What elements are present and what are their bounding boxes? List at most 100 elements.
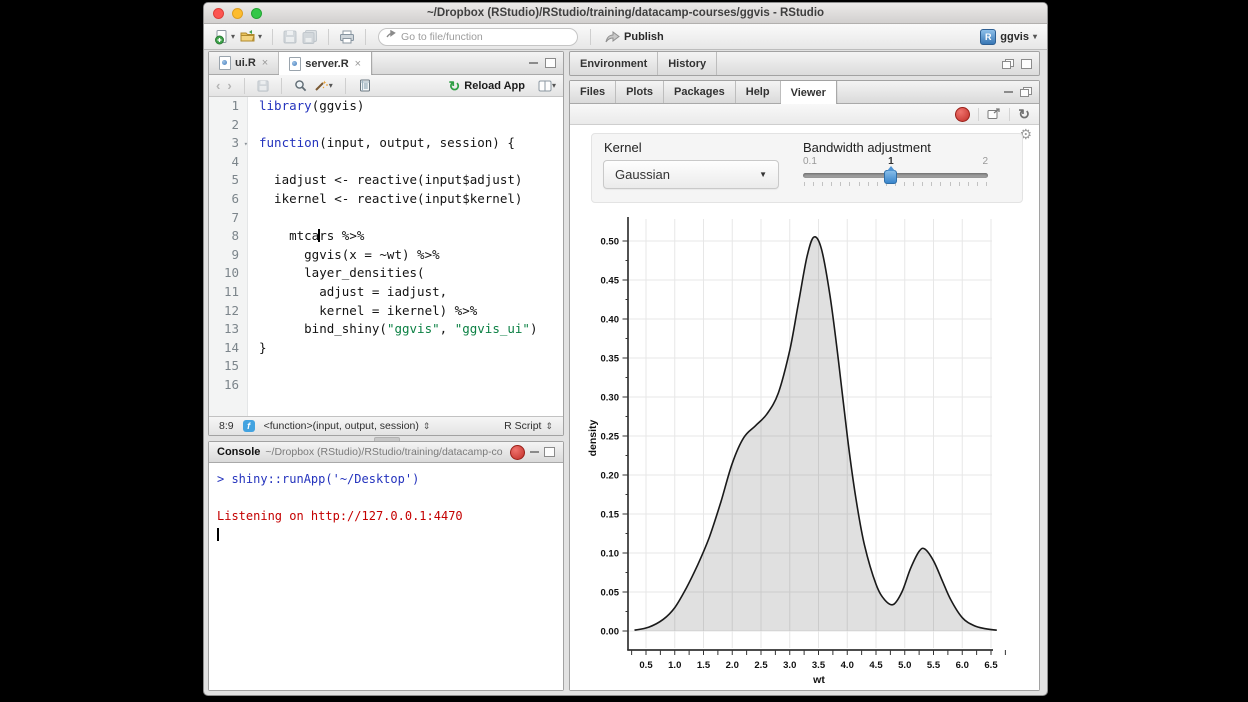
toolbar-separator — [345, 78, 346, 94]
viewer-toolbar: ↻ — [570, 104, 1039, 125]
restore-pane-icon[interactable] — [1002, 59, 1014, 69]
line-number: 2 — [209, 116, 247, 135]
forward-icon[interactable]: › — [227, 79, 231, 92]
x-tick-label: 2.5 — [754, 660, 768, 671]
updown-icon: ⇕ — [545, 421, 553, 432]
scope-label: <function>(input, output, session) — [264, 420, 419, 432]
editor-tab-server.R[interactable]: server.R× — [279, 52, 372, 75]
code-line: 4 — [209, 153, 563, 172]
code-line: 7 — [209, 209, 563, 228]
minimize-pane-icon[interactable] — [529, 59, 538, 64]
r-project-icon: R — [980, 29, 996, 45]
source-pane-menu[interactable]: ▾ — [538, 80, 556, 92]
fold-arrow-icon[interactable]: ▾ — [244, 135, 248, 154]
slider-tick-mark — [922, 182, 923, 186]
code-line: 2 — [209, 116, 563, 135]
open-in-new-window-button[interactable] — [987, 108, 1001, 120]
reload-app-button[interactable]: ↻ Reload App — [449, 80, 525, 92]
tab-history[interactable]: History — [658, 52, 717, 76]
slider-tick-mark — [868, 182, 869, 186]
reload-app-label: Reload App — [464, 80, 525, 92]
console-line — [217, 489, 555, 508]
console-title: Console — [217, 446, 260, 458]
code-tools-button[interactable]: ▾ — [314, 79, 333, 92]
line-number: 9 — [209, 246, 247, 265]
code-line: 13 bind_shiny("ggvis", "ggvis_ui") — [209, 320, 563, 339]
rstudio-window: ~/Dropbox (RStudio)/RStudio/training/dat… — [203, 2, 1048, 696]
slider-tick-mark — [940, 182, 941, 186]
close-window-button[interactable] — [213, 8, 224, 19]
filetype-selector[interactable]: R Script ⇕ — [504, 420, 553, 432]
stop-app-icon[interactable] — [955, 107, 970, 122]
line-number: 4 — [209, 153, 247, 172]
source-editor-pane: ui.R×server.R× ‹ › ▾ — [208, 51, 564, 436]
save-icon — [283, 30, 297, 44]
x-tick-label: 5.0 — [898, 660, 911, 671]
environment-pane: EnvironmentHistory — [569, 51, 1040, 76]
project-menu-button[interactable]: R ggvis ▾ — [980, 29, 1037, 45]
tab-viewer[interactable]: Viewer — [781, 81, 837, 104]
tab-files[interactable]: Files — [570, 81, 616, 103]
maximize-pane-icon[interactable] — [544, 447, 555, 457]
code-line: 12 kernel = ikernel) %>% — [209, 302, 563, 321]
tab-help[interactable]: Help — [736, 81, 781, 103]
editor-code-area[interactable]: 1library(ggvis)23▾function(input, output… — [209, 97, 563, 416]
slider-tick-mark — [859, 182, 860, 186]
publish-button[interactable]: Publish — [605, 31, 664, 43]
slider-tick-mark — [849, 182, 850, 186]
bandwidth-slider-handle[interactable] — [884, 170, 897, 184]
close-icon[interactable]: × — [262, 57, 268, 69]
refresh-icon[interactable]: ↻ — [1018, 107, 1030, 121]
x-tick-label: 2.0 — [726, 660, 739, 671]
back-icon[interactable]: ‹ — [216, 79, 220, 92]
scope-selector[interactable]: <function>(input, output, session) ⇕ — [264, 420, 431, 432]
print-button[interactable] — [339, 30, 355, 44]
stop-icon[interactable] — [510, 445, 525, 460]
slider-tick-mark — [804, 182, 805, 186]
text-cursor — [217, 528, 219, 541]
editor-tab-ui.R[interactable]: ui.R × — [209, 52, 279, 74]
viewer-content: ⚙ Kernel Gaussian ▼ Bandwidth adjustment… — [570, 125, 1039, 690]
editor-tab-label: ui.R — [235, 57, 256, 69]
code-segment: (input, output, session) { — [319, 135, 515, 150]
goto-file-input[interactable] — [378, 28, 578, 46]
zoom-window-button[interactable] — [251, 8, 262, 19]
save-file-button — [257, 80, 269, 92]
console-working-directory: ~/Dropbox (RStudio)/RStudio/training/dat… — [265, 446, 505, 458]
tab-packages[interactable]: Packages — [664, 81, 736, 103]
compile-notebook-button[interactable] — [358, 79, 371, 92]
line-number: 11 — [209, 283, 247, 302]
code-text — [247, 376, 259, 395]
x-tick-label: 3.5 — [812, 660, 826, 671]
tab-environment[interactable]: Environment — [570, 52, 658, 76]
x-tick-label: 3.0 — [783, 660, 796, 671]
console-pane: Console ~/Dropbox (RStudio)/RStudio/trai… — [208, 441, 564, 691]
toolbar-separator — [978, 108, 979, 121]
open-file-button[interactable]: ▾ — [240, 29, 262, 44]
restore-pane-icon[interactable] — [1020, 87, 1032, 97]
maximize-pane-icon[interactable] — [545, 58, 556, 68]
line-number: 8 — [209, 227, 247, 246]
window-titlebar[interactable]: ~/Dropbox (RStudio)/RStudio/training/dat… — [204, 3, 1047, 24]
tab-plots[interactable]: Plots — [616, 81, 664, 103]
publish-arrow-icon — [605, 31, 620, 43]
x-tick-label: 1.5 — [697, 660, 711, 671]
slider-tick-mark — [968, 182, 969, 186]
close-icon[interactable]: × — [355, 58, 361, 70]
code-line: 5 iadjust <- reactive(input$adjust) — [209, 171, 563, 190]
kernel-select[interactable]: Gaussian ▼ — [603, 160, 779, 189]
code-text: iadjust <- reactive(input$adjust) — [247, 171, 522, 190]
slider-tick-mark — [904, 182, 905, 186]
find-replace-button[interactable] — [294, 79, 307, 92]
save-icon — [257, 80, 269, 92]
toolbar-separator — [328, 29, 329, 45]
minimize-pane-icon[interactable] — [1004, 88, 1013, 93]
minimize-pane-icon[interactable] — [530, 448, 539, 453]
console-body[interactable]: > shiny::runApp('~/Desktop') Listening o… — [209, 463, 563, 690]
minimize-window-button[interactable] — [232, 8, 243, 19]
publish-label: Publish — [624, 31, 664, 43]
maximize-pane-icon[interactable] — [1021, 59, 1032, 69]
line-number: 7 — [209, 209, 247, 228]
toolbar-separator — [272, 29, 273, 45]
new-file-button[interactable]: ▾ — [214, 29, 235, 45]
